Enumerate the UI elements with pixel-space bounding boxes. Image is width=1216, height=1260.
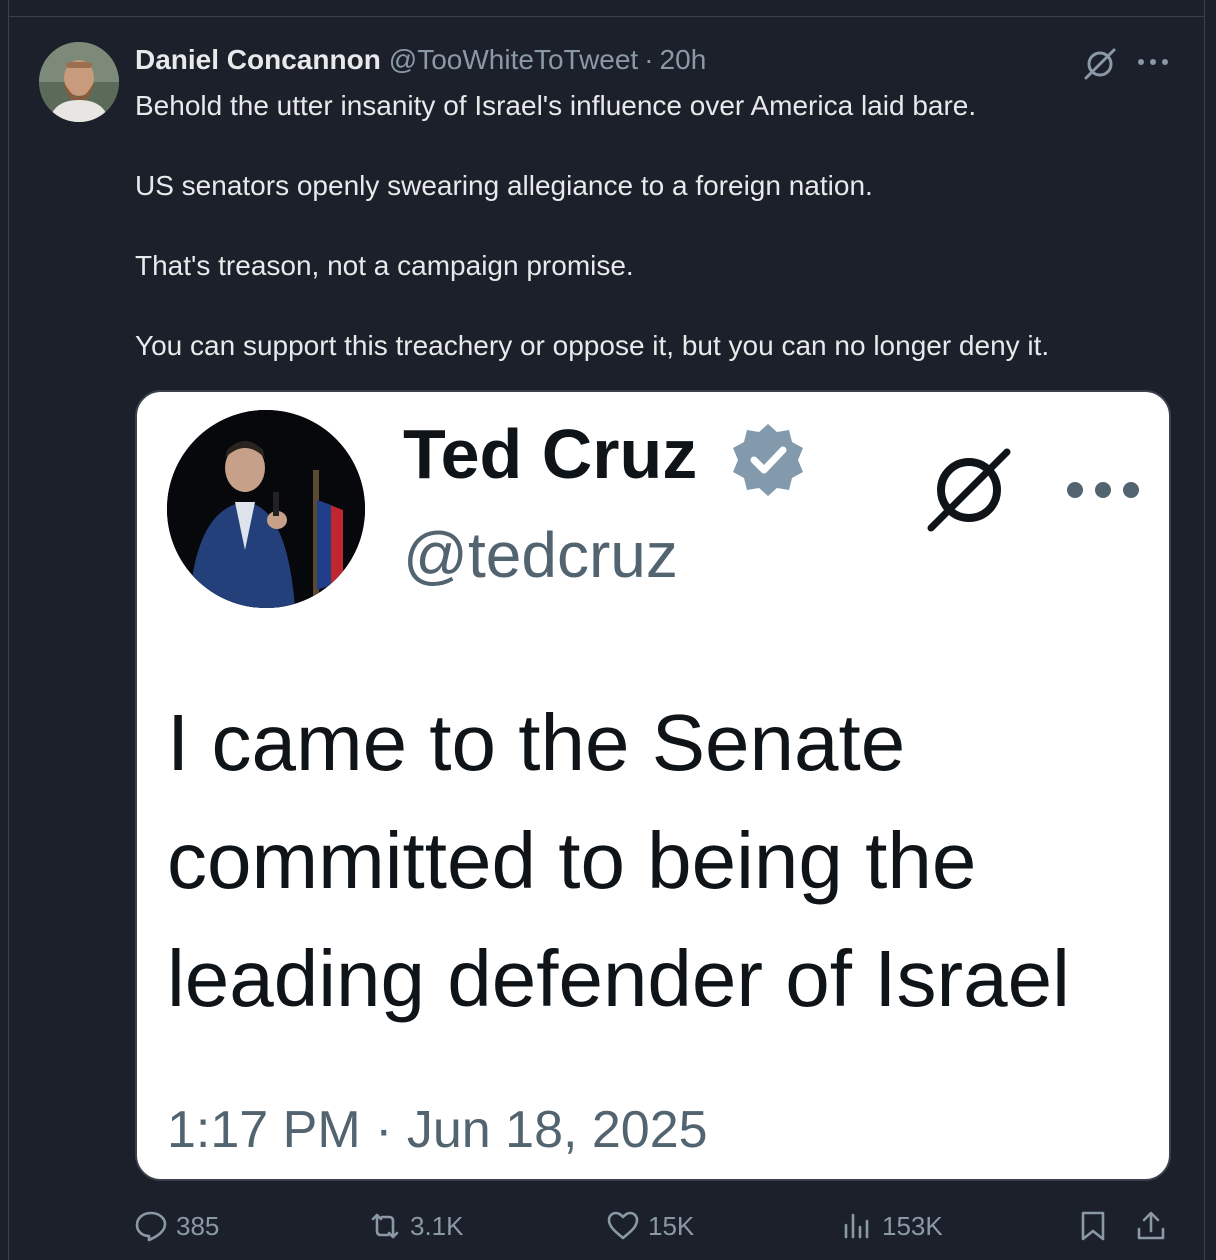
grok-icon[interactable] (1082, 46, 1118, 82)
views-icon (844, 1213, 869, 1239)
header-separator: · (644, 44, 654, 75)
reply-icon (135, 1211, 167, 1242)
like-count: 15K (648, 1210, 695, 1241)
bookmark-button[interactable] (1076, 1206, 1110, 1246)
top-divider (8, 16, 1205, 17)
post-header: Daniel Concannon @TooWhiteToTweet · 20h (135, 44, 706, 80)
share-icon (1137, 1211, 1165, 1240)
quoted-author-handle: @tedcruz (403, 519, 678, 591)
embedded-image-card[interactable]: Ted Cruz @tedcruz I came to the Senate c… (135, 390, 1171, 1181)
reply-button[interactable]: 385 (134, 1206, 219, 1246)
quoted-timestamp: 1:17 PM · Jun 18, 2025 (167, 1101, 708, 1159)
reply-count: 385 (176, 1210, 220, 1241)
like-button[interactable]: 15K (606, 1206, 694, 1246)
repost-button[interactable]: 3.1K (368, 1206, 464, 1246)
author-handle[interactable]: @TooWhiteToTweet (389, 44, 638, 76)
verified-badge-icon (727, 420, 809, 502)
like-icon (607, 1211, 639, 1240)
views-button[interactable]: 153K (840, 1206, 943, 1246)
action-bar: 385 3.1K 15K 153K (0, 1200, 1216, 1252)
post-paragraph: US senators openly swearing allegiance t… (135, 170, 873, 201)
quoted-author-name: Ted Cruz (403, 415, 698, 493)
more-icon[interactable] (1136, 52, 1170, 72)
post-paragraph: You can support this treachery or oppose… (135, 330, 1050, 361)
right-divider (1204, 0, 1205, 1260)
quoted-text: I came to the Senate committed to being … (167, 684, 1157, 1038)
post-text: Behold the utter insanity of Israel's in… (135, 86, 1185, 406)
views-count: 153K (882, 1210, 943, 1241)
post-paragraph: That's treason, not a campaign promise. (135, 250, 634, 281)
quoted-text-line: committed to being the (167, 816, 977, 905)
quoted-text-line: I came to the Senate (167, 698, 906, 787)
quoted-text-line: leading defender of Israel (167, 934, 1070, 1023)
post-time[interactable]: 20h (660, 44, 707, 76)
quoted-more-icon (1063, 476, 1143, 504)
quoted-grok-icon (923, 444, 1015, 536)
post-paragraph: Behold the utter insanity of Israel's in… (135, 90, 977, 121)
repost-count: 3.1K (410, 1210, 464, 1241)
quoted-avatar (167, 410, 365, 608)
post-container[interactable]: Daniel Concannon @TooWhiteToTweet · 20h … (0, 0, 1216, 1260)
author-avatar[interactable] (39, 42, 119, 122)
repost-icon (371, 1213, 399, 1239)
author-name[interactable]: Daniel Concannon (135, 44, 381, 76)
bookmark-icon (1081, 1211, 1105, 1241)
share-button[interactable] (1134, 1206, 1168, 1246)
left-divider (8, 0, 9, 1260)
